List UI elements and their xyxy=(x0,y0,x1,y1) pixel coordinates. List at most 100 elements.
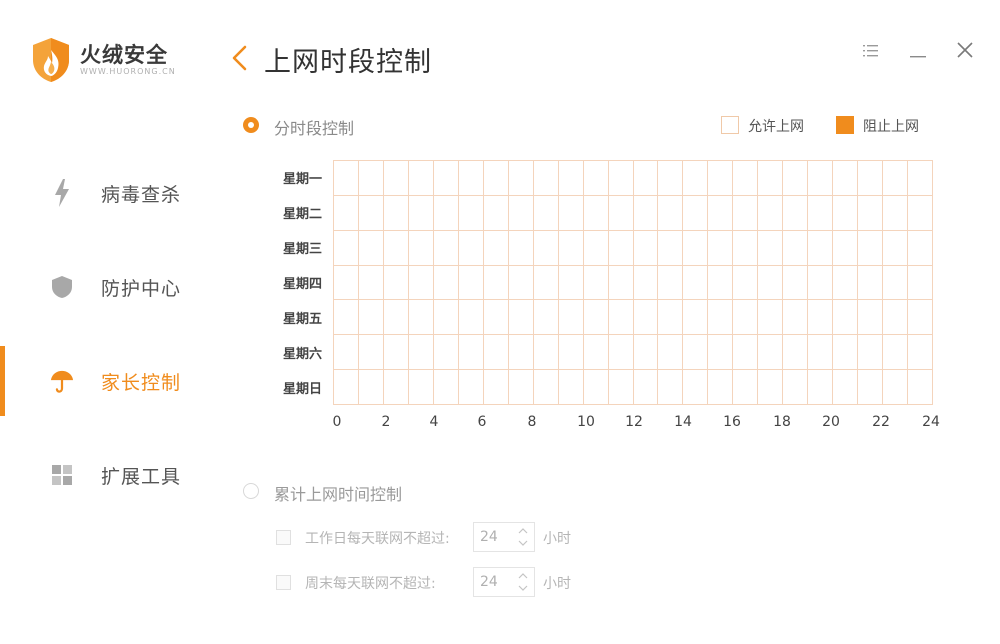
time-slot-cell[interactable] xyxy=(783,265,809,301)
radio-cumulative-control[interactable] xyxy=(243,483,259,499)
time-slot-cell[interactable] xyxy=(883,265,909,301)
time-slot-cell[interactable] xyxy=(683,335,709,371)
time-slot-cell[interactable] xyxy=(334,265,359,301)
time-slot-cell[interactable] xyxy=(758,195,784,231)
time-slot-cell[interactable] xyxy=(758,161,784,196)
time-slot-cell[interactable] xyxy=(783,335,809,371)
time-slot-cell[interactable] xyxy=(334,195,359,231)
time-slot-cell[interactable] xyxy=(733,161,759,196)
time-slot-cell[interactable] xyxy=(533,195,559,231)
time-slot-cell[interactable] xyxy=(908,230,933,266)
time-slot-cell[interactable] xyxy=(658,195,684,231)
time-slot-cell[interactable] xyxy=(833,161,859,196)
time-slot-cell[interactable] xyxy=(583,161,609,196)
time-slot-cell[interactable] xyxy=(383,195,409,231)
time-slot-cell[interactable] xyxy=(383,335,409,371)
time-slot-cell[interactable] xyxy=(858,265,884,301)
time-slot-cell[interactable] xyxy=(808,265,834,301)
time-slot-cell[interactable] xyxy=(383,370,409,405)
time-slot-cell[interactable] xyxy=(408,265,434,301)
time-slot-cell[interactable] xyxy=(783,230,809,266)
time-slot-cell[interactable] xyxy=(758,265,784,301)
minimize-button[interactable] xyxy=(907,40,929,62)
time-slot-cell[interactable] xyxy=(334,161,359,196)
time-slot-cell[interactable] xyxy=(583,370,609,405)
time-slot-cell[interactable] xyxy=(858,370,884,405)
time-slot-cell[interactable] xyxy=(708,265,734,301)
time-slot-cell[interactable] xyxy=(358,161,384,196)
time-slot-cell[interactable] xyxy=(883,230,909,266)
time-slot-cell[interactable] xyxy=(608,300,634,336)
time-slot-cell[interactable] xyxy=(358,265,384,301)
time-slot-cell[interactable] xyxy=(858,161,884,196)
time-slot-cell[interactable] xyxy=(733,300,759,336)
time-slot-cell[interactable] xyxy=(708,370,734,405)
time-slot-cell[interactable] xyxy=(558,161,584,196)
time-slot-cell[interactable] xyxy=(708,300,734,336)
weekend-hours-stepper[interactable] xyxy=(473,567,535,597)
time-slot-cell[interactable] xyxy=(733,370,759,405)
time-slot-cell[interactable] xyxy=(883,335,909,371)
time-slot-cell[interactable] xyxy=(758,335,784,371)
nav-item-extension-tools[interactable]: 扩展工具 xyxy=(0,440,200,510)
time-slot-cell[interactable] xyxy=(883,161,909,196)
time-slot-cell[interactable] xyxy=(383,230,409,266)
time-slot-cell[interactable] xyxy=(433,300,459,336)
time-slot-cell[interactable] xyxy=(733,195,759,231)
time-slot-cell[interactable] xyxy=(508,300,534,336)
time-slot-cell[interactable] xyxy=(833,265,859,301)
time-slot-cell[interactable] xyxy=(558,195,584,231)
time-slot-cell[interactable] xyxy=(883,300,909,336)
time-slot-cell[interactable] xyxy=(733,230,759,266)
time-slot-cell[interactable] xyxy=(908,335,933,371)
menu-button[interactable] xyxy=(860,40,882,62)
time-slot-cell[interactable] xyxy=(408,230,434,266)
time-slot-cell[interactable] xyxy=(458,161,484,196)
time-slot-cell[interactable] xyxy=(833,300,859,336)
time-slot-cell[interactable] xyxy=(408,335,434,371)
time-slot-cell[interactable] xyxy=(608,370,634,405)
time-slot-cell[interactable] xyxy=(733,265,759,301)
time-slot-cell[interactable] xyxy=(508,230,534,266)
time-slot-cell[interactable] xyxy=(808,161,834,196)
weekday-hours-input[interactable] xyxy=(474,523,520,551)
time-slot-cell[interactable] xyxy=(433,230,459,266)
time-slot-cell[interactable] xyxy=(334,230,359,266)
time-slot-cell[interactable] xyxy=(533,335,559,371)
time-slot-cell[interactable] xyxy=(608,335,634,371)
weekday-limit-checkbox[interactable] xyxy=(276,530,291,545)
time-slot-cell[interactable] xyxy=(808,230,834,266)
time-slot-cell[interactable] xyxy=(683,195,709,231)
time-slot-cell[interactable] xyxy=(383,161,409,196)
time-slot-cell[interactable] xyxy=(458,370,484,405)
time-slot-cell[interactable] xyxy=(583,230,609,266)
time-slot-cell[interactable] xyxy=(783,195,809,231)
time-slot-cell[interactable] xyxy=(458,230,484,266)
time-slot-cell[interactable] xyxy=(658,161,684,196)
time-slot-cell[interactable] xyxy=(533,265,559,301)
time-slot-cell[interactable] xyxy=(708,195,734,231)
time-slot-cell[interactable] xyxy=(334,370,359,405)
stepper-arrows-icon[interactable] xyxy=(516,570,530,594)
time-slot-cell[interactable] xyxy=(833,370,859,405)
time-slot-cell[interactable] xyxy=(708,230,734,266)
nav-item-parental-control[interactable]: 家长控制 xyxy=(0,346,200,416)
time-slot-cell[interactable] xyxy=(358,230,384,266)
time-slot-cell[interactable] xyxy=(633,300,659,336)
time-slot-cell[interactable] xyxy=(408,161,434,196)
time-slot-cell[interactable] xyxy=(358,370,384,405)
time-slot-cell[interactable] xyxy=(358,335,384,371)
time-slot-cell[interactable] xyxy=(408,300,434,336)
time-slot-cell[interactable] xyxy=(808,195,834,231)
back-button[interactable] xyxy=(228,44,252,72)
time-slot-cell[interactable] xyxy=(408,370,434,405)
time-slot-cell[interactable] xyxy=(683,230,709,266)
time-slot-cell[interactable] xyxy=(758,230,784,266)
time-slot-cell[interactable] xyxy=(433,161,459,196)
time-slot-cell[interactable] xyxy=(583,195,609,231)
time-slot-cell[interactable] xyxy=(358,195,384,231)
time-slot-cell[interactable] xyxy=(408,195,434,231)
time-slot-cell[interactable] xyxy=(658,300,684,336)
time-slot-cell[interactable] xyxy=(833,230,859,266)
time-slot-cell[interactable] xyxy=(383,300,409,336)
